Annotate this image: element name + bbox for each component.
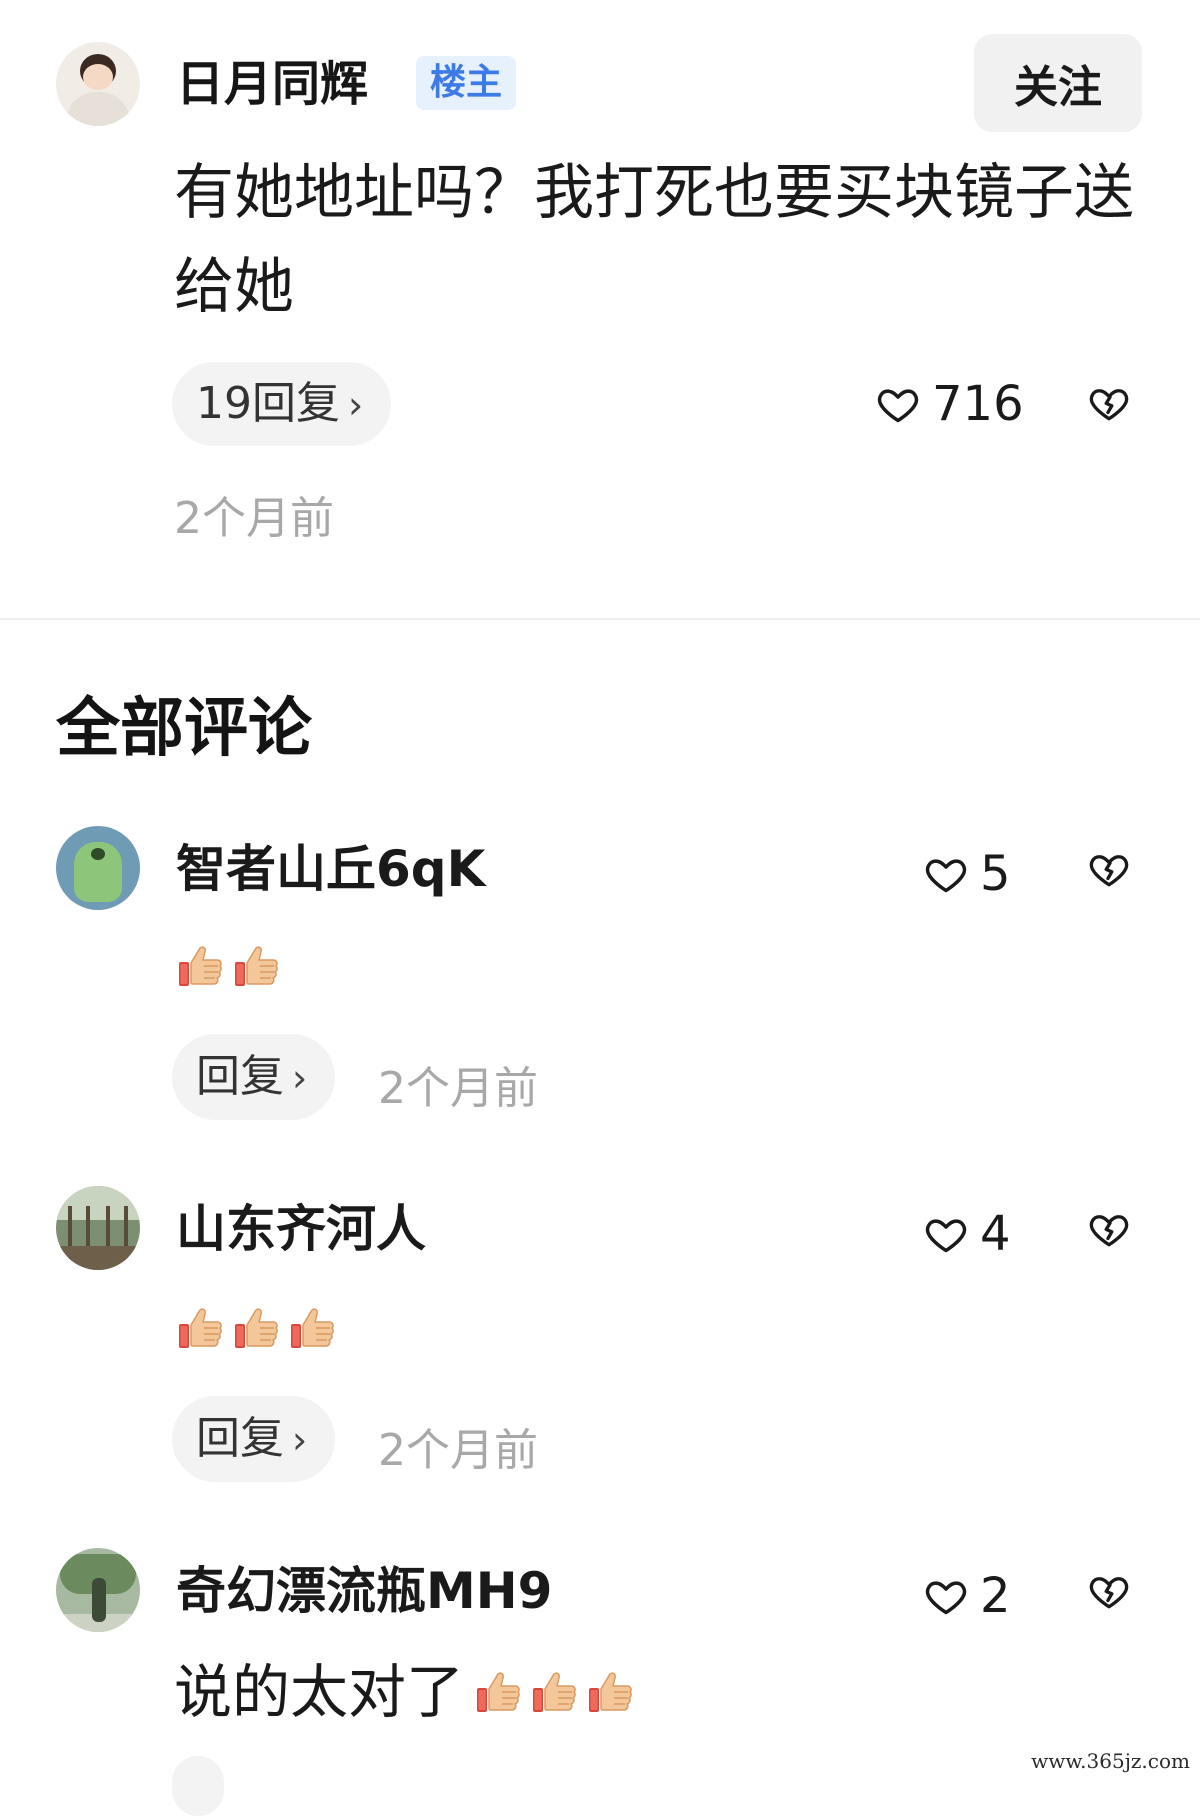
post-like-count: 716 [932, 376, 1024, 432]
comment-emoji-row [176, 1304, 336, 1352]
heart-outline-icon [924, 1212, 968, 1256]
follow-button[interactable]: 关注 [974, 34, 1142, 132]
op-badge: 楼主 [416, 56, 517, 110]
thumbs-up-emoji-icon [232, 1304, 280, 1352]
post-author-name[interactable]: 日月同辉 [176, 52, 368, 116]
heart-outline-icon [876, 382, 920, 426]
thumbs-up-emoji-icon [232, 942, 280, 990]
comment-time: 2个月前 [378, 1425, 538, 1476]
comment-text: 说的太对了 [174, 1658, 465, 1726]
chevron-right-icon: › [348, 383, 364, 427]
thumbs-up-emoji-icon [288, 1304, 336, 1352]
comment-author-name[interactable]: 山东齐河人 [176, 1196, 426, 1262]
comment-reply-button[interactable]: 回复 › [172, 1396, 336, 1482]
post-time: 2个月前 [174, 493, 334, 544]
comment-author-name[interactable]: 奇幻漂流瓶MH9 [176, 1558, 552, 1624]
comment-time: 2个月前 [378, 1063, 538, 1114]
comment-reply-button-partial[interactable] [172, 1756, 224, 1816]
replies-button[interactable]: 19回复 › [172, 362, 392, 446]
comment-like-count: 2 [980, 1568, 1011, 1624]
heart-outline-icon [924, 1574, 968, 1618]
chevron-right-icon: › [292, 1418, 308, 1462]
post-text: 有她地址吗？我打死也要买块镜子送给她 [174, 158, 1134, 322]
heart-outline-icon [924, 852, 968, 896]
thumbs-up-emoji-icon [586, 1668, 634, 1716]
comment-like-button[interactable]: 2 [924, 1568, 1011, 1624]
comments-section-title: 全部评论 [56, 692, 312, 766]
comment-reply-button[interactable]: 回复 › [172, 1034, 336, 1120]
broken-heart-icon[interactable] [1088, 848, 1130, 890]
watermark: www.365jz.com [1025, 1747, 1196, 1775]
chevron-right-icon: › [292, 1056, 308, 1100]
author-avatar[interactable] [56, 42, 140, 126]
thumbs-up-emoji-icon [530, 1668, 578, 1716]
comment-author-name[interactable]: 智者山丘6qK [176, 836, 485, 902]
post-like-button[interactable]: 716 [876, 376, 1024, 432]
comment-avatar[interactable] [56, 1186, 140, 1270]
thumbs-up-emoji-icon [176, 1304, 224, 1352]
comment-body: 说的太对了 [174, 1652, 634, 1732]
broken-heart-icon[interactable] [1088, 382, 1130, 424]
comment-like-button[interactable]: 4 [924, 1206, 1011, 1262]
reply-label: 回复 [196, 1051, 284, 1102]
broken-heart-icon[interactable] [1088, 1208, 1130, 1250]
divider [0, 618, 1200, 620]
thumbs-up-emoji-icon [176, 942, 224, 990]
reply-label: 回复 [196, 1413, 284, 1464]
thumbs-up-emoji-icon [474, 1668, 522, 1716]
comment-emoji-row [176, 942, 280, 990]
comment-like-button[interactable]: 5 [924, 846, 1011, 902]
broken-heart-icon[interactable] [1088, 1570, 1130, 1612]
comment-avatar[interactable] [56, 1548, 140, 1632]
replies-label: 19回复 [196, 378, 340, 429]
comment-avatar[interactable] [56, 826, 140, 910]
comment-like-count: 4 [980, 1206, 1011, 1262]
comment-like-count: 5 [980, 846, 1011, 902]
